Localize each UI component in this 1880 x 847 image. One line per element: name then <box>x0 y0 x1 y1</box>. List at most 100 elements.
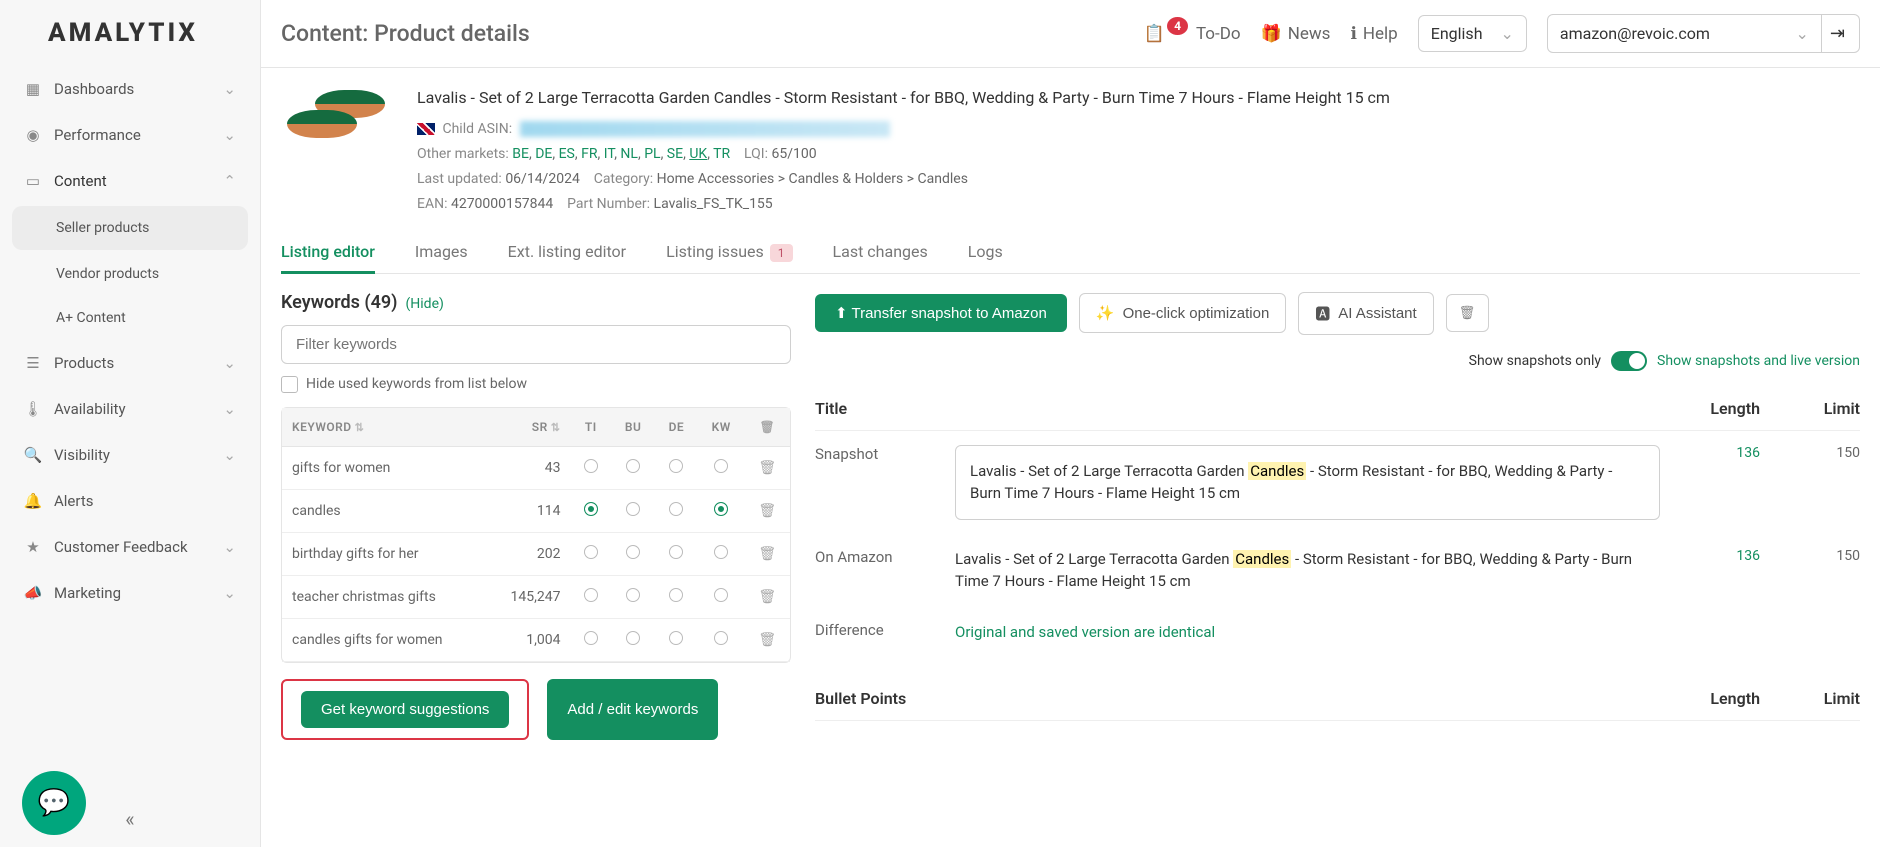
de-dot[interactable] <box>669 502 683 516</box>
de-dot[interactable] <box>669 588 683 602</box>
ti-dot[interactable] <box>584 459 598 473</box>
todo-badge: 4 <box>1167 17 1188 35</box>
hide-keywords-link[interactable]: (Hide) <box>405 296 443 312</box>
tab-listing-editor[interactable]: Listing editor <box>281 230 375 273</box>
delete-keyword-button[interactable]: 🗑 <box>758 460 776 476</box>
nav-customer-feedback[interactable]: ★Customer Feedback⌄ <box>0 524 260 570</box>
nav-alerts[interactable]: 🔔Alerts <box>0 478 260 524</box>
de-dot[interactable] <box>669 545 683 559</box>
bullet-points-heading: Bullet Points <box>815 689 1660 708</box>
nav-content[interactable]: ▭Content⌃ <box>0 158 260 204</box>
amazon-length: 136 <box>1680 548 1760 564</box>
account-select[interactable]: amazon@revoic.com⌄ <box>1547 14 1822 53</box>
nav-aplus-content[interactable]: A+ Content <box>0 296 260 340</box>
table-row: teacher christmas gifts 145,247 🗑 <box>282 576 790 619</box>
ti-dot[interactable] <box>584 631 598 645</box>
ti-dot[interactable] <box>584 545 598 559</box>
nav-performance[interactable]: ◉Performance⌄ <box>0 112 260 158</box>
tab-ext-listing-editor[interactable]: Ext. listing editor <box>508 230 626 273</box>
nav-availability[interactable]: 🌡Availability⌄ <box>0 386 260 432</box>
delete-keyword-button[interactable]: 🗑 <box>758 503 776 519</box>
kw-dot[interactable] <box>714 588 728 602</box>
child-asin-label: Child ASIN: <box>442 121 512 137</box>
chat-button[interactable]: 💬 <box>22 771 86 835</box>
hide-used-checkbox[interactable] <box>281 376 298 393</box>
market-tr[interactable]: TR <box>713 146 730 162</box>
chevron-down-icon: ⌄ <box>223 446 236 464</box>
language-select[interactable]: English⌄ <box>1418 15 1527 52</box>
todo-icon: 📋 <box>1144 24 1165 44</box>
bu-dot[interactable] <box>626 545 640 559</box>
table-row: birthday gifts for her 202 🗑 <box>282 533 790 576</box>
kw-dot[interactable] <box>714 631 728 645</box>
kw-dot[interactable] <box>714 502 728 516</box>
kw-cell: candles <box>282 490 487 533</box>
filter-keywords-input[interactable] <box>281 325 791 364</box>
tab-listing-issues[interactable]: Listing issues1 <box>666 230 792 273</box>
de-dot[interactable] <box>669 631 683 645</box>
logout-button[interactable]: ⇥ <box>1816 14 1860 53</box>
market-pl[interactable]: PL <box>644 146 660 162</box>
nav-visibility[interactable]: 🔍Visibility⌄ <box>0 432 260 478</box>
delete-keyword-button[interactable]: 🗑 <box>758 546 776 562</box>
ti-dot[interactable] <box>584 588 598 602</box>
market-se[interactable]: SE <box>667 146 683 162</box>
delete-keyword-button[interactable]: 🗑 <box>758 589 776 605</box>
ai-icon: 🅰 <box>1315 303 1330 324</box>
tab-logs[interactable]: Logs <box>968 230 1003 273</box>
snapshot-title-input[interactable]: Lavalis - Set of 2 Large Terracotta Gard… <box>955 445 1660 520</box>
market-nl[interactable]: NL <box>620 146 638 162</box>
sort-icon: ⇅ <box>551 421 561 434</box>
amazon-title-text: Lavalis - Set of 2 Large Terracotta Gard… <box>955 548 1660 593</box>
col-keyword[interactable]: KEYWORD⇅ <box>282 408 487 447</box>
get-keyword-suggestions-button[interactable]: Get keyword suggestions <box>301 691 509 728</box>
bu-dot[interactable] <box>626 631 640 645</box>
bu-dot[interactable] <box>626 502 640 516</box>
nav-dashboards[interactable]: ▦Dashboards⌄ <box>0 66 260 112</box>
de-dot[interactable] <box>669 459 683 473</box>
market-it[interactable]: IT <box>604 146 614 162</box>
sr-cell: 145,247 <box>487 576 571 619</box>
info-icon: ℹ <box>1350 24 1356 44</box>
nav-products[interactable]: ☰Products⌄ <box>0 340 260 386</box>
market-be[interactable]: BE <box>512 146 529 162</box>
transfer-snapshot-button[interactable]: ⬆ Transfer snapshot to Amazon <box>815 294 1067 332</box>
nav-vendor-products[interactable]: Vendor products <box>0 252 260 296</box>
megaphone-icon: 📣 <box>24 584 42 602</box>
chevron-down-icon: ⌄ <box>223 126 236 144</box>
ai-assistant-button[interactable]: 🅰AI Assistant <box>1298 292 1433 335</box>
logo: AMALYTIX <box>0 0 260 66</box>
ti-dot[interactable] <box>584 502 598 516</box>
sr-cell: 1,004 <box>487 619 571 662</box>
tab-images[interactable]: Images <box>415 230 468 273</box>
market-es[interactable]: ES <box>559 146 575 162</box>
market-uk[interactable]: UK <box>689 146 707 162</box>
todo-link[interactable]: 📋4To-Do <box>1144 24 1241 44</box>
sr-cell: 114 <box>487 490 571 533</box>
kw-dot[interactable] <box>714 459 728 473</box>
col-kw: KW <box>698 408 745 447</box>
nav-marketing[interactable]: 📣Marketing⌄ <box>0 570 260 616</box>
nav-seller-products[interactable]: Seller products <box>12 206 248 250</box>
market-fr[interactable]: FR <box>581 146 597 162</box>
delete-button[interactable]: 🗑 <box>1446 294 1489 332</box>
product-title: Lavalis - Set of 2 Large Terracotta Gard… <box>417 84 1860 113</box>
nav-label: Availability <box>54 400 126 418</box>
bu-dot[interactable] <box>626 588 640 602</box>
kw-cell: teacher christmas gifts <box>282 576 487 619</box>
highlighted-keyword: Candles <box>1233 550 1291 568</box>
snapshots-toggle[interactable] <box>1611 351 1647 371</box>
add-edit-keywords-button[interactable]: Add / edit keywords <box>547 679 718 740</box>
help-link[interactable]: ℹHelp <box>1350 24 1397 44</box>
market-de[interactable]: DE <box>535 146 552 162</box>
bu-dot[interactable] <box>626 459 640 473</box>
kw-dot[interactable] <box>714 545 728 559</box>
col-sr[interactable]: SR⇅ <box>487 408 571 447</box>
one-click-optimization-button[interactable]: ✨One-click optimization <box>1079 293 1286 333</box>
tab-last-changes[interactable]: Last changes <box>833 230 928 273</box>
delete-keyword-button[interactable]: 🗑 <box>758 632 776 648</box>
bell-icon: 🔔 <box>24 492 42 510</box>
chevron-double-left-icon: « <box>125 807 134 831</box>
col-de: DE <box>655 408 698 447</box>
news-link[interactable]: 🎁News <box>1261 24 1331 44</box>
